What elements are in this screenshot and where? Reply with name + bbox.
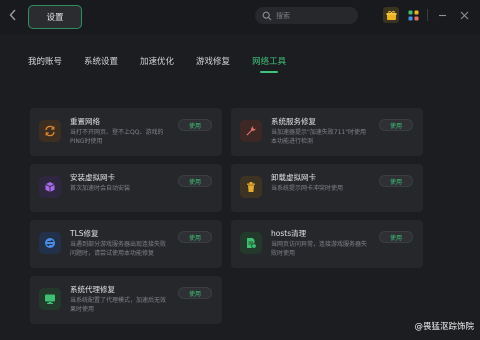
top-bar: 设置 [0,0,480,34]
refresh-icon [39,120,61,142]
use-button[interactable]: 使用 [379,231,413,243]
chevron-left-icon[interactable] [6,9,20,25]
gift-icon[interactable] [383,7,399,23]
cube-icon [39,176,61,198]
search-box[interactable] [255,7,358,24]
minimize-icon[interactable] [434,7,450,23]
tool-card-install-vnic[interactable]: 安装虚拟网卡 首次加速时会自动安装 使用 [30,164,222,212]
tool-card-hosts-clean[interactable]: hosts清理 当网页访问异常，连接游戏服务器失败时使用 使用 [231,220,423,268]
page-title-tab[interactable]: 设置 [28,5,82,29]
settings-tabs: 我的账号 系统设置 加速优化 游戏修复 网络工具 [28,55,308,73]
use-button[interactable]: 使用 [178,287,212,299]
use-button[interactable]: 使用 [178,231,212,243]
tool-description: 当打不开网页、登不上QQ、游戏的PING时使用 [70,129,164,145]
close-icon[interactable] [456,7,472,23]
wrench-icon [240,120,262,142]
tool-name: hosts清理 [271,229,307,238]
tool-description: 当系统配置了代理模式，加速后无效果时使用 [70,297,167,313]
use-button[interactable]: 使用 [178,175,212,187]
tool-description: 首次加速时会自动安装 [70,185,131,192]
tool-description: 当网页访问异常，连接游戏服务器失败时使用 [271,241,368,257]
search-input[interactable] [276,11,356,20]
tool-name: 安装虚拟网卡 [70,173,115,182]
tab-network-tools[interactable]: 网络工具 [252,55,286,73]
use-button[interactable]: 使用 [379,119,413,131]
tool-name: 系统代理修复 [70,285,115,294]
monitor-icon [39,288,61,310]
tool-card-reset-network[interactable]: 重置网络 当打不开网页、登不上QQ、游戏的PING时使用 使用 [30,108,222,156]
window-controls [383,7,472,23]
tls-icon [39,232,61,254]
use-button[interactable]: 使用 [379,175,413,187]
tab-acceleration[interactable]: 加速优化 [140,55,174,73]
grid-apps-icon[interactable] [405,7,421,23]
tool-name: 系统服务修复 [271,117,316,126]
tool-description: 当加速器提示"加速失败711"时使用本功能进行检测 [271,129,366,145]
tool-name: 卸载虚拟网卡 [271,173,316,182]
tab-system-settings[interactable]: 系统设置 [84,55,118,73]
tool-card-tls-repair[interactable]: TLS修复 当遇到部分游戏服务器出现连接失败问题时，请尝试使用本功能修复 使用 [30,220,222,268]
page-title: 设置 [46,13,64,23]
tool-card-proxy-repair[interactable]: 系统代理修复 当系统配置了代理模式，加速后无效果时使用 使用 [30,276,222,324]
tool-name: 重置网络 [70,117,100,126]
separator [427,9,428,21]
trash-icon [240,176,262,198]
document-clean-icon [240,232,262,254]
search-icon [262,11,272,20]
watermark: @畏猛沤踪饰院 [414,320,474,332]
watermark-text: @畏猛沤踪饰院 [414,322,474,332]
tool-description: 当系统提示网卡冲突时使用 [271,185,344,192]
tool-card-uninstall-vnic[interactable]: 卸载虚拟网卡 当系统提示网卡冲突时使用 使用 [231,164,423,212]
use-button[interactable]: 使用 [178,119,212,131]
tab-my-account[interactable]: 我的账号 [28,55,62,73]
tool-card-service-repair[interactable]: 系统服务修复 当加速器提示"加速失败711"时使用本功能进行检测 使用 [231,108,423,156]
tab-game-repair[interactable]: 游戏修复 [196,55,230,73]
tool-description: 当遇到部分游戏服务器出现连接失败问题时，请尝试使用本功能修复 [70,241,167,257]
tool-name: TLS修复 [70,229,99,238]
